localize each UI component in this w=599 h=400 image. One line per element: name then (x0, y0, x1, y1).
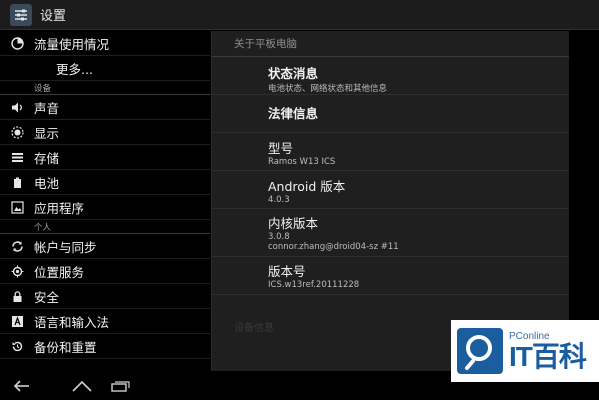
list-item-label: 更多... (56, 61, 93, 77)
list-item-storage[interactable]: 存储 (0, 145, 210, 170)
magnifier-logo-icon (457, 328, 503, 374)
home-icon (72, 380, 92, 392)
row-title: 状态消息 (268, 66, 319, 81)
sync-icon (10, 239, 24, 253)
list-item-data-usage[interactable]: 流量使用情况 (0, 31, 210, 56)
keyboard-icon (10, 314, 24, 328)
row-build-number[interactable]: 版本号 ICS.w13ref.20111228 (212, 257, 569, 295)
row-title: Android 版本 (268, 179, 346, 194)
list-item-sync[interactable]: 帐户与同步 (0, 234, 210, 259)
list-item-display[interactable]: 显示 (0, 120, 210, 145)
list-item-label: 帐户与同步 (34, 239, 97, 255)
list-item-language[interactable]: 语言和输入法 (0, 309, 210, 334)
category-personal: 个人 (0, 220, 210, 234)
pconline-watermark: PConline IT百科 (451, 320, 599, 382)
watermark-big-text: IT百科 (509, 340, 587, 372)
storage-icon (10, 150, 24, 164)
battery-icon (10, 175, 24, 189)
row-value: 3.0.8 (268, 232, 290, 242)
row-value: 4.0.3 (268, 195, 290, 205)
list-item-label: 显示 (34, 125, 60, 141)
row-kernel-version: 内核版本 3.0.8 connor.zhang@droid04-sz #11 (212, 209, 569, 257)
list-item-security[interactable]: 安全 (0, 284, 210, 309)
row-model: 型号 Ramos W13 ICS (212, 133, 569, 171)
back-icon (13, 380, 29, 392)
apps-icon (10, 200, 24, 214)
data-usage-icon (10, 36, 24, 50)
list-item-label: 存储 (34, 150, 60, 166)
pane-header: 关于平板电脑 (212, 31, 569, 57)
row-title: 型号 (268, 141, 294, 156)
lock-icon (10, 289, 24, 303)
watermark-small-text: PConline (509, 330, 550, 342)
faded-text: 设备信息 (234, 323, 274, 334)
row-summary: 电池状态、网络状态和其他信息 (268, 84, 388, 94)
row-value: Ramos W13 ICS (268, 157, 336, 167)
list-item-label: 安全 (34, 289, 60, 305)
app-title: 设置 (40, 9, 67, 24)
list-item-label: 电池 (34, 175, 60, 191)
recent-apps-button[interactable] (102, 375, 138, 397)
action-bar: 设置 (0, 0, 599, 30)
list-item-backup[interactable]: 备份和重置 (0, 334, 210, 359)
list-item-label: 位置服务 (34, 264, 85, 280)
row-title: 法律信息 (268, 106, 319, 121)
list-item-sound[interactable]: 声音 (0, 95, 210, 120)
backup-icon (10, 339, 24, 353)
row-value: ICS.w13ref.20111228 (268, 280, 360, 290)
settings-list: 流量使用情况 更多... 设备 声音 显示 存储 电池 应用程序 个人 帐户与同… (0, 31, 210, 371)
back-button[interactable] (6, 375, 42, 397)
location-icon (10, 264, 24, 278)
row-title: 版本号 (268, 264, 306, 279)
row-android-version[interactable]: Android 版本 4.0.3 (212, 171, 569, 209)
sound-icon (10, 100, 24, 114)
row-status[interactable]: 状态消息 电池状态、网络状态和其他信息 (212, 57, 569, 95)
home-button[interactable] (64, 375, 100, 397)
settings-app-icon[interactable] (10, 3, 32, 26)
list-item-label: 语言和输入法 (34, 314, 110, 330)
list-item-label: 备份和重置 (34, 339, 97, 355)
recent-apps-icon (111, 381, 130, 392)
list-item-label: 流量使用情况 (34, 36, 110, 52)
list-item-battery[interactable]: 电池 (0, 170, 210, 195)
display-icon (10, 125, 24, 139)
row-value: connor.zhang@droid04-sz #11 (268, 242, 399, 252)
list-item-label: 声音 (34, 100, 60, 116)
list-item-location[interactable]: 位置服务 (0, 259, 210, 284)
row-legal[interactable]: 法律信息 (212, 95, 569, 133)
list-item-label: 应用程序 (34, 200, 85, 216)
row-title: 内核版本 (268, 216, 319, 231)
list-item-apps[interactable]: 应用程序 (0, 195, 210, 220)
list-item-more[interactable]: 更多... (0, 56, 210, 81)
category-device: 设备 (0, 81, 210, 95)
